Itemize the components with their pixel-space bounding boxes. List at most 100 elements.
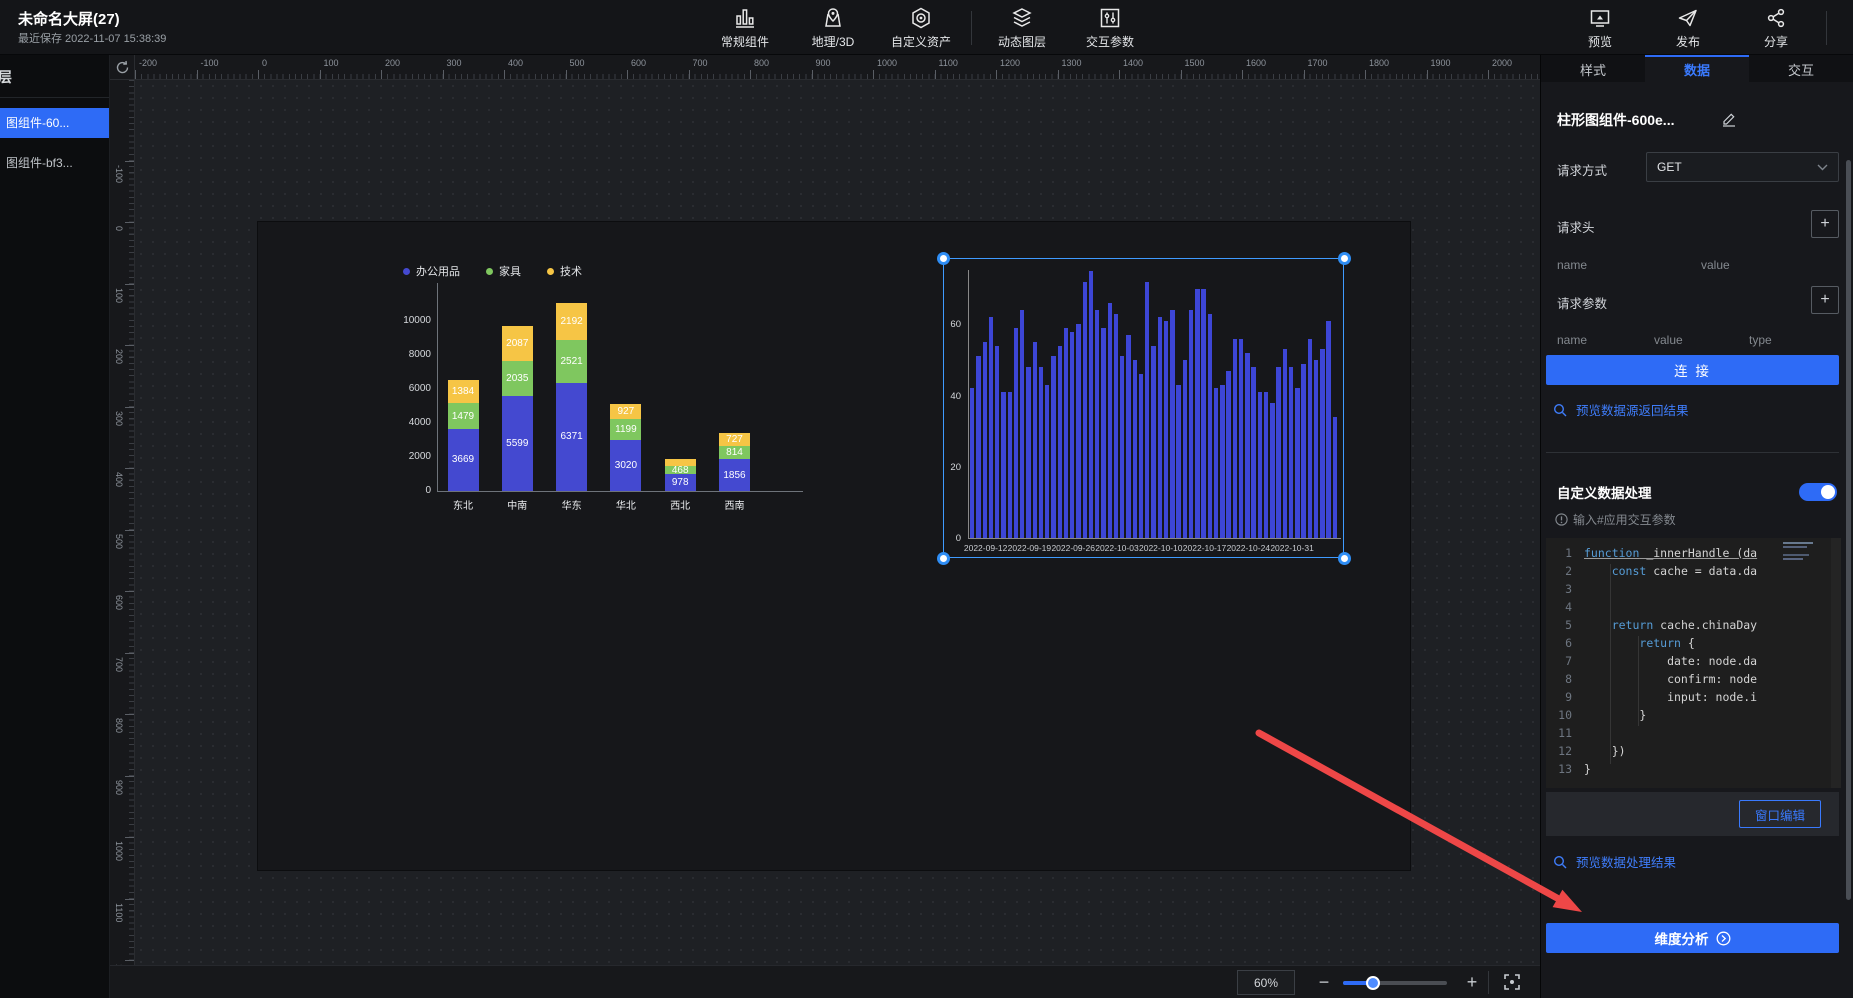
share-nodes-icon bbox=[1764, 6, 1788, 30]
stacked-segment[interactable]: 927 bbox=[610, 404, 641, 420]
stacked-segment[interactable]: 6371 bbox=[556, 383, 587, 491]
zoom-percentage-input[interactable]: 60% bbox=[1237, 970, 1295, 995]
resize-handle[interactable] bbox=[1338, 252, 1351, 265]
edit-name-icon[interactable] bbox=[1721, 111, 1737, 132]
panel-tabs: 样式数据交互 bbox=[1541, 55, 1853, 82]
zoom-slider[interactable] bbox=[1343, 981, 1447, 985]
request-method-select[interactable]: GET bbox=[1646, 152, 1839, 182]
layer-item[interactable]: 图组件-bf3... bbox=[0, 148, 109, 178]
map-pin-icon bbox=[821, 6, 845, 30]
zoom-out-button[interactable]: − bbox=[1310, 968, 1338, 996]
layers-header: 图层 bbox=[0, 55, 109, 98]
canvas-area: -200-10001002003004005006007008009001000… bbox=[110, 55, 1540, 965]
circle-arrow-icon bbox=[1716, 931, 1731, 946]
code-line[interactable]: date: node.da bbox=[1584, 652, 1757, 670]
fit-screen-icon[interactable] bbox=[1498, 968, 1526, 996]
toolbar-divider bbox=[971, 11, 972, 45]
paper-plane-icon bbox=[1676, 6, 1700, 30]
horizontal-ruler[interactable]: -200-10001002003004005006007008009001000… bbox=[135, 55, 1540, 80]
toolbar-item-发布[interactable]: 发布 bbox=[1644, 0, 1732, 55]
tab-样式[interactable]: 样式 bbox=[1541, 55, 1645, 82]
code-line[interactable]: const cache = data.da bbox=[1584, 562, 1757, 580]
code-line[interactable]: } bbox=[1584, 760, 1591, 778]
minimap bbox=[1783, 542, 1817, 562]
toolbar-item-交互参数[interactable]: 交互参数 bbox=[1066, 0, 1154, 55]
add-header-button[interactable]: + bbox=[1811, 210, 1839, 238]
connect-button[interactable]: 连 接 bbox=[1546, 355, 1839, 385]
code-editor[interactable]: 1function _innerHandle (da2 const cache … bbox=[1546, 538, 1841, 788]
stacked-segment[interactable]: 468 bbox=[665, 466, 696, 474]
toolbar-center: 常规组件地理/3D自定义资产动态图层交互参数 bbox=[701, 0, 1154, 55]
info-icon bbox=[1555, 513, 1568, 526]
code-line[interactable]: } bbox=[1584, 706, 1646, 724]
param-type-col: type bbox=[1749, 333, 1772, 347]
toolbar-item-分享[interactable]: 分享 bbox=[1732, 0, 1820, 55]
legend-item[interactable]: 办公用品 bbox=[403, 263, 460, 279]
toolbar-item-退出[interactable]: 退出 bbox=[1833, 0, 1853, 55]
stacked-segment[interactable]: 2192 bbox=[556, 303, 587, 340]
header-name-col: name bbox=[1557, 258, 1587, 272]
toolbar-item-地理/3D[interactable]: 地理/3D bbox=[789, 0, 877, 55]
resize-handle[interactable] bbox=[1338, 552, 1351, 565]
stacked-segment[interactable] bbox=[665, 459, 696, 466]
legend-item[interactable]: 家具 bbox=[486, 263, 521, 279]
editor-footer: 窗口编辑 bbox=[1546, 792, 1839, 836]
toolbar-divider bbox=[1826, 11, 1827, 45]
screen-title: 未命名大屏(27) bbox=[18, 8, 120, 29]
bar-chart-component-selected[interactable]: 02040602022-09-122022-09-192022-09-26202… bbox=[943, 258, 1344, 558]
stacked-segment[interactable]: 978 bbox=[665, 474, 696, 491]
zoom-slider-thumb[interactable] bbox=[1366, 976, 1380, 990]
resize-handle[interactable] bbox=[937, 252, 950, 265]
window-edit-button[interactable]: 窗口编辑 bbox=[1739, 800, 1821, 828]
stacked-segment[interactable]: 727 bbox=[719, 433, 750, 445]
code-line[interactable]: return { bbox=[1584, 634, 1695, 652]
resize-handle[interactable] bbox=[937, 552, 950, 565]
add-param-button[interactable]: + bbox=[1811, 286, 1839, 314]
code-line[interactable]: confirm: node bbox=[1584, 670, 1757, 688]
artboard[interactable]: 办公用品家具技术02000400060008000100003669147913… bbox=[258, 222, 1410, 870]
toolbar-item-动态图层[interactable]: 动态图层 bbox=[978, 0, 1066, 55]
request-header-label: 请求头 bbox=[1557, 217, 1595, 236]
search-icon bbox=[1553, 855, 1567, 869]
legend-item[interactable]: 技术 bbox=[547, 263, 582, 279]
stacked-segment[interactable]: 814 bbox=[719, 446, 750, 460]
stacked-bar-chart-component[interactable]: 办公用品家具技术02000400060008000100003669147913… bbox=[385, 253, 815, 525]
stacked-segment[interactable]: 2035 bbox=[502, 361, 533, 396]
code-line[interactable]: }) bbox=[1584, 742, 1626, 760]
preview-datasource-link[interactable]: 预览数据源返回结果 bbox=[1553, 400, 1689, 419]
stacked-segment[interactable]: 1199 bbox=[610, 419, 641, 439]
stacked-segment[interactable]: 1479 bbox=[448, 403, 479, 428]
refresh-icon[interactable] bbox=[110, 55, 135, 80]
layers-icon bbox=[1010, 6, 1034, 30]
selection-border bbox=[943, 258, 1344, 558]
stacked-segment[interactable]: 1384 bbox=[448, 380, 479, 404]
param-value-col: value bbox=[1654, 333, 1683, 347]
panel-scrollbar[interactable] bbox=[1846, 160, 1851, 900]
stacked-segment[interactable]: 2521 bbox=[556, 340, 587, 383]
code-line[interactable]: input: node.i bbox=[1584, 688, 1757, 706]
tab-交互[interactable]: 交互 bbox=[1749, 55, 1853, 82]
chart-legend: 办公用品 家具 技术 bbox=[403, 263, 582, 279]
stacked-segment[interactable]: 3020 bbox=[610, 440, 641, 491]
layer-item[interactable]: 图组件-60... bbox=[0, 108, 109, 138]
dimension-analysis-button[interactable]: 维度分析 bbox=[1546, 923, 1839, 953]
chevron-down-icon bbox=[1817, 164, 1828, 171]
toolbar-item-预览[interactable]: 预览 bbox=[1556, 0, 1644, 55]
layers-sidebar: 图层 图组件-60... 图组件-bf3... bbox=[0, 55, 110, 998]
top-bar: 未命名大屏(27) 最近保存 2022-11-07 15:38:39 常规组件地… bbox=[0, 0, 1853, 55]
toolbar-item-自定义资产[interactable]: 自定义资产 bbox=[877, 0, 965, 55]
stacked-segment[interactable]: 5599 bbox=[502, 396, 533, 491]
design-canvas[interactable]: 办公用品家具技术02000400060008000100003669147913… bbox=[135, 80, 1540, 965]
stacked-segment[interactable]: 1856 bbox=[719, 459, 750, 491]
preview-result-link[interactable]: 预览数据处理结果 bbox=[1553, 852, 1676, 871]
code-line[interactable]: return cache.chinaDay bbox=[1584, 616, 1757, 634]
custom-processing-toggle[interactable] bbox=[1799, 483, 1837, 501]
tab-数据[interactable]: 数据 bbox=[1645, 55, 1749, 82]
zoom-in-button[interactable]: + bbox=[1458, 968, 1486, 996]
stacked-segment[interactable]: 2087 bbox=[502, 326, 533, 361]
toolbar-right: 预览发布分享退出 bbox=[1556, 0, 1853, 55]
code-line[interactable]: function _innerHandle (da bbox=[1584, 544, 1757, 562]
stacked-segment[interactable]: 3669 bbox=[448, 429, 479, 491]
toolbar-item-常规组件[interactable]: 常规组件 bbox=[701, 0, 789, 55]
vertical-ruler[interactable]: -100010020030040050060070080090010001100… bbox=[110, 80, 135, 965]
